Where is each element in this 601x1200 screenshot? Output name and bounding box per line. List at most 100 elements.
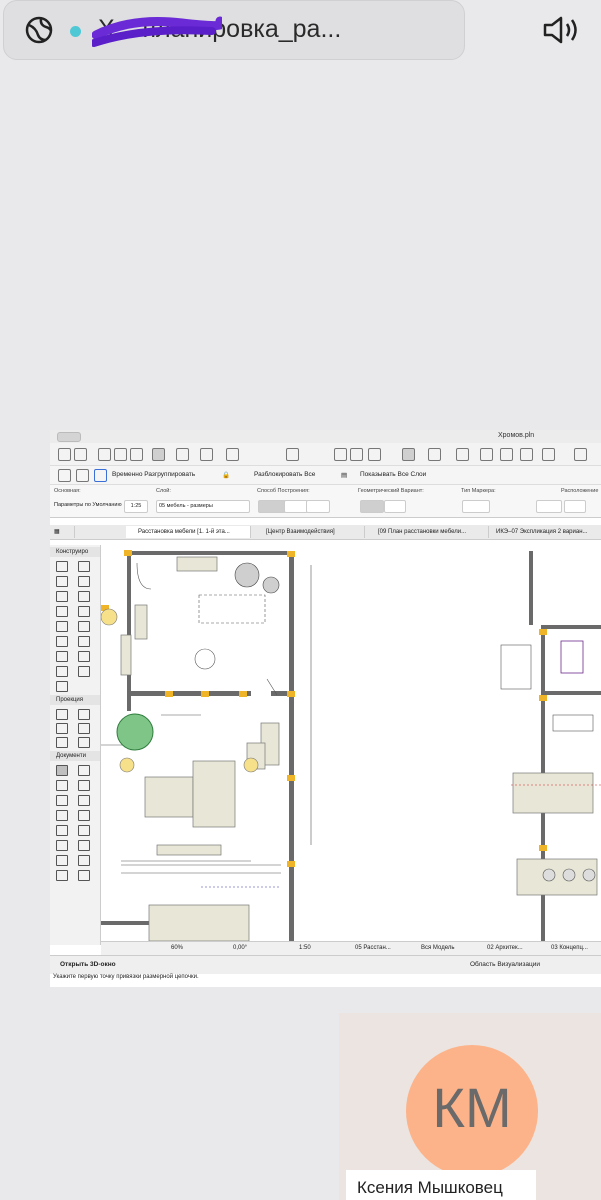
line-tool-icon[interactable]	[176, 448, 189, 461]
lock-small-icon[interactable]: 🔒	[222, 471, 230, 479]
window-control[interactable]	[57, 432, 81, 442]
dimension-tool-icon-palette[interactable]	[56, 765, 68, 776]
brush-icon[interactable]	[520, 448, 533, 461]
object-tool-icon[interactable]	[56, 651, 68, 662]
dimension-tool-icon[interactable]	[152, 448, 165, 461]
grid-icon[interactable]	[226, 448, 239, 461]
rectangle-select-icon[interactable]	[286, 448, 299, 461]
text-tool-icon[interactable]	[56, 795, 68, 806]
tab-layout-plan[interactable]: [09 План расстановки мебели...	[366, 526, 489, 538]
curtain-wall-tool-icon[interactable]	[56, 621, 68, 632]
level-dimension-tool-icon[interactable]	[78, 765, 90, 776]
door-tool-icon[interactable]	[78, 621, 90, 632]
drawing-tool-icon[interactable]	[78, 870, 90, 881]
model-view[interactable]: Вся Модель	[421, 945, 454, 951]
detail-tool-icon[interactable]	[56, 737, 68, 748]
fill-tool-icon[interactable]	[56, 825, 68, 836]
method-chain-button[interactable]	[284, 500, 308, 513]
tab-furniture-plan[interactable]: Расстановка мебели [1. 1-й эта...	[126, 526, 251, 538]
mesh-tool-icon[interactable]	[78, 666, 90, 677]
call-banner[interactable]: Х... планировка_ра...	[3, 0, 577, 60]
undo-icon[interactable]	[58, 448, 71, 461]
eyedropper-icon[interactable]	[130, 448, 143, 461]
circle-tool-icon[interactable]	[56, 840, 68, 851]
open-3d-button[interactable]: Открыть 3D-окно	[60, 961, 116, 968]
wall-tool-icon[interactable]	[56, 561, 68, 572]
beam-tool-icon[interactable]	[56, 576, 68, 587]
window-tool-icon[interactable]	[56, 636, 68, 647]
floor-plan[interactable]	[101, 545, 601, 941]
arc-tool-icon[interactable]	[78, 840, 90, 851]
method-linear-button[interactable]	[258, 500, 286, 513]
show-all-layers-button[interactable]: Показывать Все Слои	[360, 471, 426, 478]
pen-icon[interactable]	[480, 448, 493, 461]
geometry-radial-button[interactable]	[384, 500, 406, 513]
suspend-groups-icon[interactable]	[94, 469, 107, 482]
line-tool-icon-palette[interactable]	[78, 825, 90, 836]
angle-value[interactable]: 0,00°	[233, 945, 247, 951]
shape-icon[interactable]	[428, 448, 441, 461]
radial-dimension-tool-icon[interactable]	[56, 780, 68, 791]
magic-wand-icon[interactable]	[334, 448, 347, 461]
trim-icon[interactable]	[456, 448, 469, 461]
label-tool-icon[interactable]	[78, 795, 90, 806]
layer-select[interactable]: 05 мебель - размеры	[156, 500, 250, 513]
zoom-value[interactable]: 60%	[171, 945, 183, 951]
roof-tool-icon[interactable]	[56, 591, 68, 602]
scale-value[interactable]: 1:50	[299, 945, 311, 951]
level-tool-icon[interactable]	[200, 448, 213, 461]
transform-icon[interactable]	[500, 448, 513, 461]
flag-icon[interactable]	[574, 448, 587, 461]
interior-elevation-tool-icon[interactable]	[56, 723, 68, 734]
pencil-icon[interactable]	[114, 448, 127, 461]
visualization-area-select[interactable]: Область Визуализации	[470, 961, 540, 968]
marker-select[interactable]	[462, 500, 490, 513]
pen-set[interactable]: 02 Архитек...	[487, 945, 523, 951]
layers-small-icon[interactable]: ▤	[341, 471, 347, 479]
geometry-linear-button[interactable]	[360, 500, 384, 513]
column-tool-icon[interactable]	[78, 561, 90, 572]
globe-icon[interactable]	[24, 15, 54, 45]
model-view-options[interactable]: 03 Концепц...	[551, 945, 588, 951]
railing-tool-icon[interactable]	[78, 606, 90, 617]
arrow-icon[interactable]	[98, 448, 111, 461]
ungroup-icon[interactable]	[76, 469, 89, 482]
placement-select[interactable]	[536, 500, 562, 513]
lock-icon[interactable]	[350, 448, 363, 461]
morph-tool-icon[interactable]	[56, 681, 68, 692]
placement-scale-field[interactable]	[564, 500, 586, 513]
home-icon[interactable]	[542, 448, 555, 461]
stair-tool-icon[interactable]	[56, 606, 68, 617]
redo-icon[interactable]	[74, 448, 87, 461]
shell-tool-icon[interactable]	[78, 591, 90, 602]
lamp-tool-icon[interactable]	[78, 651, 90, 662]
unlock-all-button[interactable]: Разблокировать Все	[254, 471, 315, 478]
tab-grid-icon[interactable]: ▦	[50, 526, 75, 538]
layer-combo[interactable]: 05 Расстан...	[355, 945, 391, 951]
angle-dimension-tool-icon[interactable]	[78, 780, 90, 791]
elevation-tool-icon[interactable]	[78, 709, 90, 720]
skylight-tool-icon[interactable]	[78, 636, 90, 647]
slab-tool-icon[interactable]	[78, 576, 90, 587]
hotspot-tool-icon[interactable]	[78, 855, 90, 866]
default-params-button[interactable]: Параметры по Умолчанию	[52, 500, 124, 511]
tab-explication[interactable]: ИКЭ–07 Экспликация 2 вариан...	[484, 526, 601, 538]
worksheet-tool-icon[interactable]	[78, 723, 90, 734]
tab-interaction-center[interactable]: [Центр Взаимодействия]	[254, 526, 365, 538]
toolbox-construct-header[interactable]: Конструиро	[50, 547, 100, 557]
toolbox-projection-header[interactable]: Проекция	[50, 695, 100, 705]
toolbox-documents-header[interactable]: Документи	[50, 751, 100, 761]
method-base-button[interactable]	[306, 500, 330, 513]
section-tool-icon[interactable]	[56, 709, 68, 720]
speaker-icon[interactable]	[542, 15, 580, 45]
figure-tool-icon[interactable]	[56, 870, 68, 881]
spot-tool-icon[interactable]	[78, 810, 90, 821]
zone-tool-icon[interactable]	[56, 666, 68, 677]
ungroup-temp-button[interactable]: Временно Разгруппировать	[112, 471, 195, 478]
scale-field[interactable]: 1:25	[124, 500, 148, 513]
pin-tool-icon[interactable]	[56, 810, 68, 821]
group-icon[interactable]	[58, 469, 71, 482]
camera-tool-icon[interactable]	[78, 737, 90, 748]
layers-icon[interactable]	[402, 448, 415, 461]
spline-tool-icon[interactable]	[56, 855, 68, 866]
